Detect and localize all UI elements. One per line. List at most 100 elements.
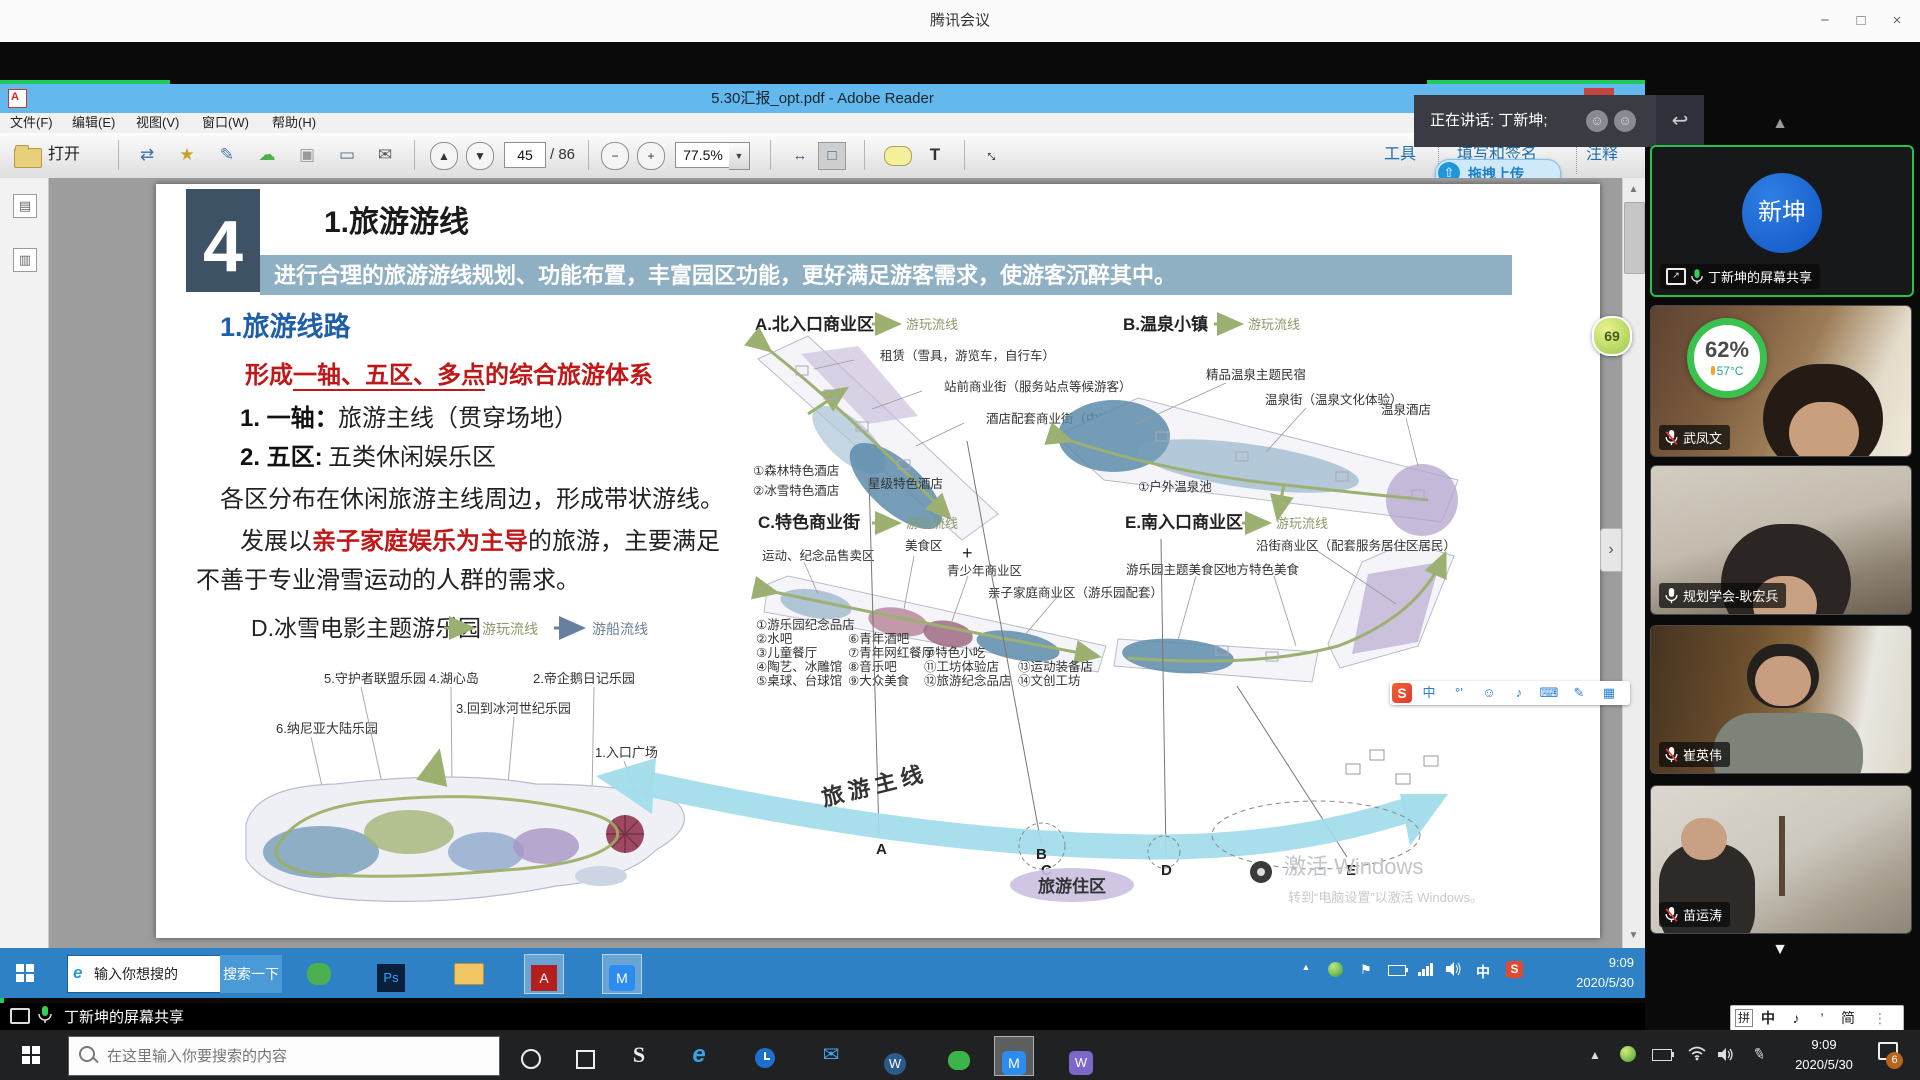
ie-search-button[interactable]: 搜索一下 [220,955,282,993]
participant-tile[interactable]: 苗运涛 [1650,785,1912,934]
participant-tile[interactable]: 规划学会-耿宏兵 [1650,465,1912,615]
ime-punct-icon[interactable]: ’ [1809,1006,1835,1030]
comment-bubble-icon[interactable] [884,146,912,166]
fit-page-button[interactable]: □ [818,142,846,170]
speaker-tray-icon[interactable] [1446,962,1462,981]
ime-keyboard-icon[interactable]: ⌨ [1536,681,1562,705]
ime-voice-icon[interactable]: ♪ [1506,681,1532,705]
photoshop-taskbar-icon[interactable]: Ps [372,954,410,992]
meeting-minimize-button[interactable]: − [1812,8,1838,34]
tray-expand-icon[interactable]: ▲ [1298,962,1314,972]
ie-search-input[interactable] [92,958,221,990]
explorer-taskbar-icon[interactable] [450,954,488,992]
ime-simplified-icon[interactable]: 简 [1835,1006,1861,1030]
participant-tile[interactable]: 崔英伟 [1650,625,1912,774]
ime-grid-icon[interactable]: ▦ [1596,681,1622,705]
antivirus-tray-icon[interactable] [1620,1046,1636,1062]
battery-tray-icon[interactable] [1388,965,1406,976]
volume-icon[interactable] [1718,1047,1735,1067]
page-thumbnails-icon[interactable]: ▤ [13,194,37,218]
pdf-create-icon[interactable]: ★ [172,140,202,170]
sidebar-scroll-up-icon[interactable]: ▲ [1766,115,1794,133]
tray-expand-icon[interactable]: ▲ [1576,1036,1614,1074]
page-down-button[interactable]: ▼ [466,142,494,170]
zoom-in-button[interactable]: + [637,142,665,170]
clock-app-icon[interactable] [746,1036,784,1074]
participant-tile-screenshare[interactable]: 新坤 ↗ 丁新坤的屏幕共享 [1650,145,1914,297]
attachments-icon[interactable]: ▥ [13,248,37,272]
s-app-icon[interactable]: S [620,1036,658,1074]
menu-file[interactable]: 文件(F) [6,113,57,133]
highlight-text-icon[interactable]: T [920,140,950,170]
participant-tile[interactable]: 62% 57°C 武凤文 [1650,305,1912,457]
ime-pen-icon[interactable]: ✎ [1566,681,1592,705]
taskbar-search-box[interactable] [68,1036,500,1076]
wifi-icon[interactable] [1688,1046,1706,1066]
menu-help[interactable]: 帮助(H) [268,113,320,133]
presenter-start-button[interactable] [16,964,34,982]
ime-zh-icon[interactable]: 中 [1755,1006,1781,1030]
reaction-icon[interactable]: ☺ [1586,110,1608,132]
ime-language-tray-icon[interactable]: 中 [1474,962,1492,982]
wps-edu-icon[interactable]: W [1062,1036,1100,1074]
ie-search-box[interactable]: e [67,955,222,993]
pdf-convert-icon[interactable]: ⇄ [132,140,162,170]
cortana-icon[interactable] [512,1036,550,1074]
antivirus-tray-icon[interactable] [1328,962,1343,977]
back-arrow-icon[interactable]: ↩ [1656,95,1704,147]
menu-window[interactable]: 窗口(W) [198,113,253,133]
meeting-app-icon[interactable]: M [994,1036,1034,1076]
vertical-scrollbar[interactable] [1622,178,1645,948]
ime-punctuation-icon[interactable]: °’ [1446,681,1472,705]
wechat-icon[interactable] [940,1036,978,1074]
adobe-taskbar-icon[interactable]: A [524,954,564,994]
fit-width-button[interactable]: ↔ [786,142,814,170]
zoom-out-button[interactable]: − [601,142,629,170]
save-icon[interactable]: ▣ [292,140,322,170]
taskbar-search-input[interactable] [105,1041,489,1071]
task-view-icon[interactable] [566,1036,604,1074]
ime-more-icon[interactable]: ⋮ [1867,1006,1893,1030]
menu-view[interactable]: 视图(V) [132,113,183,133]
menu-edit[interactable]: 编辑(E) [68,113,119,133]
sidebar-scroll-down-icon[interactable]: ▼ [1766,941,1794,959]
ime-status-bar[interactable]: 拼 中 ♪ ’ 简 ⋮ [1730,1005,1904,1031]
open-folder-icon[interactable] [14,148,42,168]
scroll-up-icon[interactable]: ▲ [1622,180,1645,200]
reaction-icon[interactable]: ☺ [1614,110,1636,132]
cloud-upload-icon[interactable]: ☁ [252,140,282,170]
scroll-down-icon[interactable]: ▼ [1622,926,1645,946]
ime-pinyin-icon[interactable]: 拼 [1735,1009,1753,1027]
email-icon[interactable]: ✉ [370,140,400,170]
mail-app-icon[interactable]: ✉ [812,1036,850,1074]
sogou-logo-icon[interactable]: S [1392,683,1412,703]
sign-icon[interactable]: ✎ [212,140,242,170]
sogou-tray-icon[interactable]: S [1506,961,1523,978]
battery-icon[interactable] [1652,1049,1672,1061]
page-up-button[interactable]: ▲ [430,142,458,170]
edge-icon[interactable]: e [680,1036,718,1074]
zoom-level-input[interactable]: 77.5% [675,142,731,168]
scrollbar-thumb[interactable] [1624,202,1645,274]
meeting-close-button[interactable]: × [1884,8,1910,34]
mic-on-icon [38,1006,52,1029]
tools-tab[interactable]: 工具 [1384,140,1416,170]
ime-chinese-icon[interactable]: 中 [1416,681,1442,705]
ime-emoji-icon[interactable]: ☺ [1476,681,1502,705]
presenter-clock[interactable]: 9:09 2020/5/30 [1550,953,1634,993]
page-number-input[interactable]: 45 [504,142,546,168]
panel-toggle-arrow[interactable]: › [1600,528,1622,572]
print-icon[interactable]: ▭ [332,140,362,170]
meeting-taskbar-icon[interactable]: M [602,954,642,994]
action-center-flag-icon[interactable]: ⚑ [1358,962,1374,978]
ime-sound-icon[interactable]: ♪ [1783,1006,1809,1030]
meeting-maximize-button[interactable]: □ [1848,8,1874,34]
w-app-icon[interactable]: W [876,1036,914,1074]
floating-assistant-bubble[interactable]: 69 [1592,316,1632,356]
wechat-taskbar-icon[interactable] [300,954,338,992]
zoom-dropdown[interactable]: ▼ [729,142,750,170]
start-button[interactable] [22,1046,40,1064]
viewer-clock[interactable]: 9:09 2020/5/30 [1786,1035,1862,1075]
sogou-ime-toolbar[interactable]: S 中 °’ ☺ ♪ ⌨ ✎ ▦ [1390,681,1630,705]
open-button[interactable]: 打开 [48,140,80,170]
